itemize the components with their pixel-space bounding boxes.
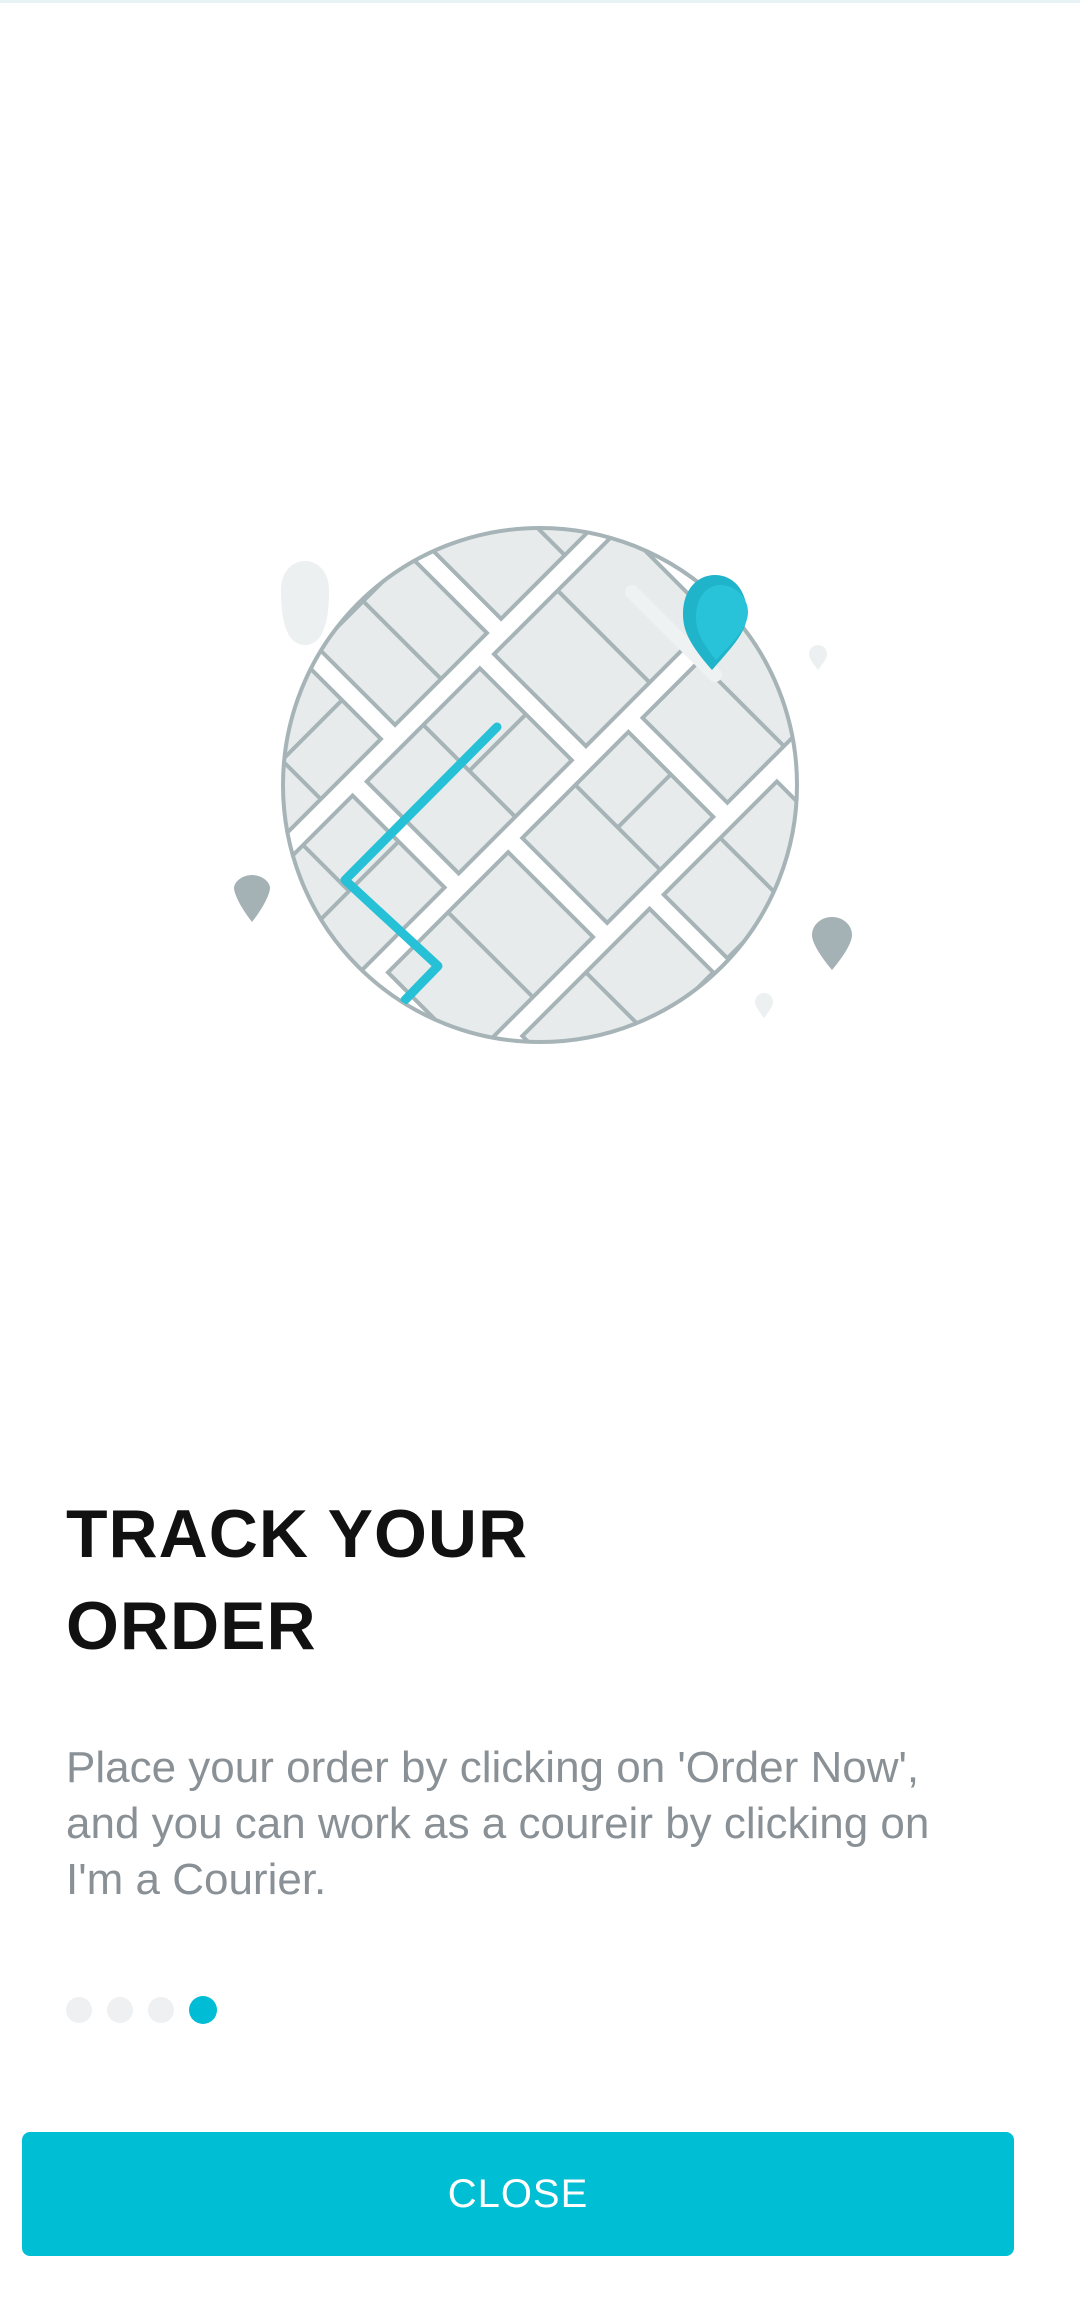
map-tracking-illustration (234, 526, 852, 1044)
close-button[interactable]: CLOSE (22, 2132, 1014, 2256)
onboarding-description: Place your order by clicking on 'Order N… (66, 1740, 1006, 1908)
description-line: I'm a Courier. (66, 1855, 327, 1904)
title-line: TRACK YOUR (66, 1496, 529, 1572)
page-dot-4-active[interactable] (189, 1996, 217, 2024)
map-pin-icon (234, 875, 270, 922)
page-indicator (66, 1995, 217, 2025)
map-pin-icon (809, 645, 827, 670)
page-dot-2[interactable] (107, 1997, 133, 2023)
page-dot-1[interactable] (66, 1997, 92, 2023)
map-pin-icon (812, 917, 852, 970)
description-line: and you can work as a coureir by clickin… (66, 1799, 930, 1848)
map-pin-icon (755, 993, 773, 1018)
page-dot-3[interactable] (148, 1997, 174, 2023)
map-pin-icon (281, 561, 329, 645)
top-divider (0, 0, 1080, 3)
description-line: Place your order by clicking on 'Order N… (66, 1743, 920, 1792)
title-line: ORDER (66, 1588, 317, 1664)
onboarding-title: TRACK YOUR ORDER (66, 1488, 966, 1672)
